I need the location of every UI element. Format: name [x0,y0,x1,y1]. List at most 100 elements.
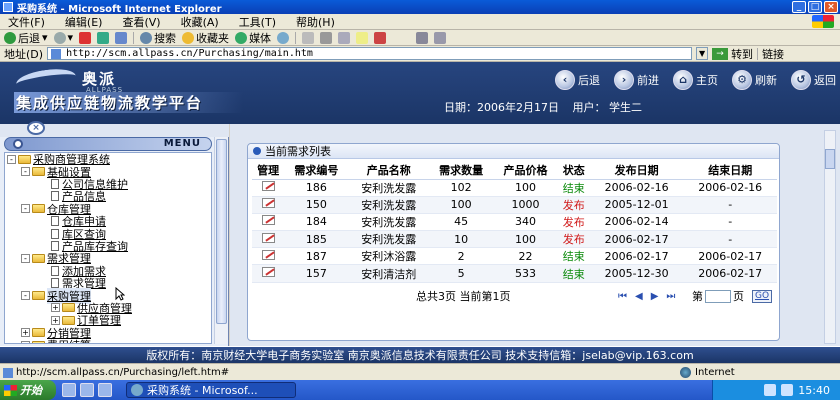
ie-icon [131,384,143,396]
collapse-node-icon[interactable]: - [21,290,30,300]
edit-icon[interactable] [261,198,275,209]
first-page-icon[interactable]: ⏮ [618,291,627,302]
last-page-icon[interactable]: ⏭ [666,291,675,302]
sidebar-tab: × [0,121,229,137]
nav-return-button[interactable]: ↺ 返回 [791,70,836,90]
security-zone: Internet [680,366,735,378]
refresh-page-icon[interactable] [97,31,110,44]
nav-forward-button[interactable]: › 前进 [614,70,659,90]
edit-page-icon[interactable] [338,31,351,44]
go-page-button[interactable]: GO [752,289,772,303]
search-button[interactable]: 搜索 [140,30,176,46]
sidebar-item[interactable]: + 费用结算 [5,337,211,343]
expand-node-icon[interactable]: + [51,303,60,313]
nav-home-button[interactable]: ⌂ 主页 [673,70,718,90]
nav-back-button[interactable]: ‹ 后退 [555,70,600,90]
start-button[interactable]: 开始 [0,380,56,400]
edit-icon[interactable] [261,267,275,278]
sidebar-item[interactable]: - 需求管理 [5,252,211,265]
links-button[interactable]: 链接 [762,46,784,62]
cell-end: 2006-02-17 [683,264,777,283]
expand-node-icon[interactable]: + [51,315,60,325]
sidebar-item[interactable]: + 分销管理 [5,326,211,340]
cell-price: 340 [493,213,558,232]
menu-tools[interactable]: 工具(T) [239,14,276,30]
address-dropdown-icon[interactable]: ▼ [696,47,709,60]
requirements-table: 管理 需求编号 产品名称 需求数量 产品价格 状态 发布日期 结束日期 186 安利洗发露 102… [252,162,777,283]
menu-edit[interactable]: 编辑(E) [65,14,103,30]
nav-refresh-button[interactable]: ⚙ 刷新 [732,70,777,90]
sidebar-item[interactable]: - 采购商管理系统 [5,153,211,166]
page-number-input[interactable] [705,289,731,303]
sidebar-item[interactable]: 仓库申请 [5,215,211,228]
cell-name: 安利沐浴露 [348,247,429,266]
expand-node-icon[interactable]: + [21,340,30,343]
table-row: 185 安利洗发露 10 100 发布 2006-02-17- [252,230,777,249]
close-button[interactable]: × [824,1,838,13]
mail-icon[interactable] [302,31,315,44]
menu-help[interactable]: 帮助(H) [296,14,335,30]
collapse-node-icon[interactable]: - [21,204,30,214]
collapse-node-icon[interactable]: - [21,167,30,177]
discuss-icon[interactable] [356,31,369,44]
go-button[interactable]: → 转到 [712,46,753,62]
next-page-icon[interactable]: ▶ [651,291,659,302]
pager-nav: ⏮ ◀ ▶ ⏭ [618,291,675,302]
main-scrollbar[interactable] [824,130,836,344]
sidebar-item[interactable]: 需求管理 [5,277,211,290]
ie-quicklaunch-icon[interactable] [62,383,76,397]
column-header: 需求数量 [428,162,494,180]
sidebar-item[interactable]: + 订单管理 [5,314,211,327]
browser-statusbar: http://scm.allpass.cn/Purchasing/left.ht… [0,363,840,380]
sidebar-item[interactable]: 公司信息维护 [5,178,211,191]
media-quicklaunch-icon[interactable] [98,383,112,397]
sidebar-item[interactable]: - 仓库管理 [5,203,211,216]
edit-icon[interactable] [261,215,275,226]
menu-view[interactable]: 查看(V) [122,14,160,30]
minimize-button[interactable]: _ [792,1,806,13]
network-icon[interactable] [764,384,777,396]
edit-icon[interactable] [261,249,275,260]
favorites-button[interactable]: 收藏夹 [182,30,229,46]
toolbar-separator [133,31,135,44]
menu-favorites[interactable]: 收藏(A) [181,14,219,30]
sidebar-scrollbar-thumb[interactable] [216,139,227,324]
prev-page-icon[interactable]: ◀ [635,291,643,302]
sidebar-item-label[interactable]: 费用结算 [47,337,91,343]
back-button[interactable]: 后退 ▾ [4,30,48,46]
clock: 15:40 [798,383,830,397]
media-button[interactable]: 媒体 [235,30,271,46]
manage-cell [252,247,285,266]
history-icon[interactable] [277,31,290,44]
volume-icon[interactable] [781,384,794,396]
taskbar-item-ie[interactable]: 采购系统 - Microsof... [126,382,296,398]
forward-button[interactable]: ▾ [53,31,73,44]
window-icon[interactable] [434,31,447,44]
maximize-button[interactable]: □ [808,1,822,13]
sidebar-item[interactable]: 添加需求 [5,265,211,278]
edit-icon[interactable] [261,232,275,243]
collapse-sidebar-icon[interactable]: × [27,121,45,135]
stop-icon[interactable] [79,31,92,44]
sidebar-item[interactable]: 产品信息 [5,190,211,203]
go-arrow-icon: → [712,47,729,60]
main-scrollbar-thumb[interactable] [825,149,835,169]
cell-status: 结束 [557,179,590,197]
menu-file[interactable]: 文件(F) [8,14,45,30]
menu-tree: - 采购商管理系统 - 基础设置 公司信息维护 产品信息 - 仓库管理 仓库申请 库区查询 产品库存… [4,152,212,344]
panel-title-bar: 当前需求列表 [248,144,779,159]
home-page-icon[interactable] [115,31,128,44]
collapse-node-icon[interactable]: - [7,154,16,164]
sidebar-scrollbar[interactable] [214,137,228,344]
research-icon[interactable] [416,31,429,44]
header-nav: ‹ 后退 › 前进 ⌂ 主页 ⚙ 刷新 ↺ 返回 [555,70,836,90]
forward-icon: › [614,70,634,90]
desktop-quicklaunch-icon[interactable] [80,383,94,397]
collapse-node-icon[interactable]: - [21,253,30,263]
print-icon[interactable] [320,31,333,44]
expand-node-icon[interactable]: + [21,328,30,338]
address-input[interactable]: http://scm.allpass.cn/Purchasing/main.ht… [47,47,693,60]
edit-icon[interactable] [261,181,275,192]
messenger-icon[interactable] [374,31,387,44]
sidebar-item[interactable]: 产品库存查询 [5,240,211,253]
